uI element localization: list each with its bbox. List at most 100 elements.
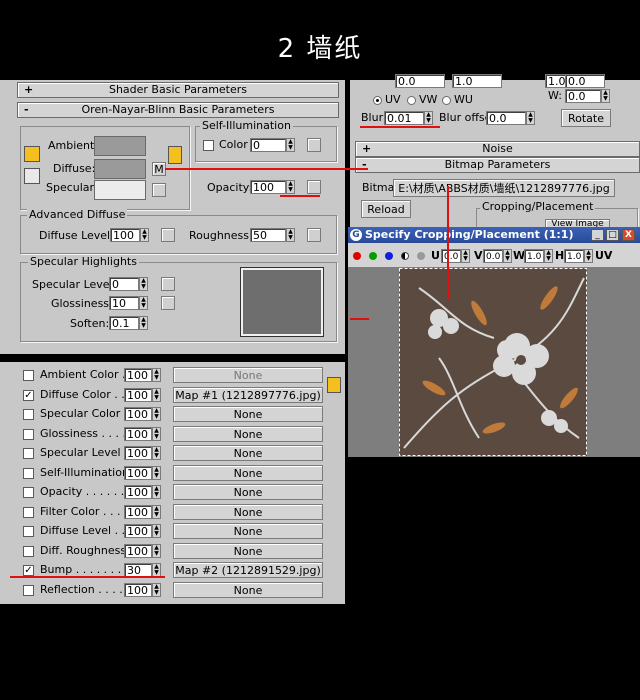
- map-slot-button[interactable]: Map #1 (1212897776.jpg): [173, 387, 323, 403]
- blur-spinner[interactable]: ▲ ▼: [424, 111, 433, 125]
- map-slot-button[interactable]: None: [173, 426, 323, 442]
- glossiness-map-button[interactable]: [161, 296, 175, 310]
- wu-radio[interactable]: [442, 96, 451, 105]
- green-channel-icon[interactable]: [369, 252, 377, 260]
- map-slot-button[interactable]: None: [173, 445, 323, 461]
- link-icon[interactable]: [24, 168, 40, 184]
- map-amount-spinner[interactable]: ▲ ▼: [152, 485, 161, 499]
- map-slot-button[interactable]: None: [173, 582, 323, 598]
- map-enable-checkbox[interactable]: [23, 370, 34, 381]
- glossiness-value[interactable]: 10: [109, 296, 139, 310]
- diffuse-swatch[interactable]: [94, 159, 146, 179]
- maps-lock-icon[interactable]: [327, 377, 341, 393]
- map-amount[interactable]: 100: [124, 583, 152, 597]
- wallpaper-texture-image[interactable]: [399, 268, 587, 456]
- mono-channel-icon[interactable]: [417, 252, 425, 260]
- lock-colors-icon[interactable]: [24, 146, 40, 162]
- maximize-button[interactable]: □: [606, 229, 619, 241]
- oren-nayar-rollout[interactable]: - Oren-Nayar-Blinn Basic Parameters: [17, 102, 339, 118]
- map-amount[interactable]: 100: [124, 407, 152, 421]
- map-enable-checkbox[interactable]: [23, 448, 34, 459]
- map-amount[interactable]: 100: [124, 388, 152, 402]
- diffuse-map-button[interactable]: M: [152, 162, 166, 176]
- map-slot-button[interactable]: None: [173, 523, 323, 539]
- uv-radio[interactable]: [373, 96, 382, 105]
- self-illum-map-button[interactable]: [307, 138, 321, 152]
- map-enable-checkbox[interactable]: [23, 546, 34, 557]
- map-enable-checkbox[interactable]: [23, 409, 34, 420]
- map-amount-spinner[interactable]: ▲ ▼: [152, 505, 161, 519]
- map-amount-spinner[interactable]: ▲ ▼: [152, 446, 161, 460]
- map-amount-spinner[interactable]: ▲ ▼: [152, 544, 161, 558]
- diffuse-level-map-button[interactable]: [161, 228, 175, 242]
- map-amount[interactable]: 100: [124, 427, 152, 441]
- v-spinner[interactable]: ▲ ▼: [503, 249, 512, 263]
- map-amount[interactable]: 100: [124, 524, 152, 538]
- minimize-button[interactable]: _: [591, 229, 604, 241]
- specular-swatch[interactable]: [94, 180, 146, 200]
- map-slot-button[interactable]: None: [173, 484, 323, 500]
- map-enable-checkbox[interactable]: [23, 507, 34, 518]
- soften-value[interactable]: 0.1: [109, 316, 139, 330]
- top-value-1[interactable]: 0.0: [395, 74, 445, 88]
- alpha-channel-icon[interactable]: [401, 252, 409, 260]
- map-slot-button[interactable]: None: [173, 543, 323, 559]
- map-amount-spinner[interactable]: ▲ ▼: [152, 563, 161, 577]
- map-slot-button[interactable]: None: [173, 406, 323, 422]
- specular-level-map-button[interactable]: [161, 277, 175, 291]
- w-crop-spinner[interactable]: ▲ ▼: [544, 249, 553, 263]
- self-illum-color-checkbox[interactable]: [203, 140, 214, 151]
- map-amount[interactable]: 100: [124, 544, 152, 558]
- v-value[interactable]: 0.0: [483, 249, 503, 263]
- lock-icon[interactable]: [168, 146, 182, 164]
- h-spinner[interactable]: ▲ ▼: [584, 249, 593, 263]
- roughness-value[interactable]: 50: [250, 228, 286, 242]
- map-enable-checkbox[interactable]: [23, 429, 34, 440]
- glossiness-spinner[interactable]: ▲ ▼: [139, 296, 148, 310]
- bitmap-params-rollout[interactable]: - Bitmap Parameters: [355, 157, 640, 173]
- opacity-spinner[interactable]: ▲ ▼: [286, 180, 295, 194]
- map-amount[interactable]: 30: [124, 563, 152, 577]
- top-value-2[interactable]: 1.0: [452, 74, 502, 88]
- map-amount[interactable]: 100: [124, 446, 152, 460]
- roughness-map-button[interactable]: [307, 228, 321, 242]
- rotate-button[interactable]: Rotate: [561, 109, 611, 127]
- reload-button[interactable]: Reload: [361, 200, 411, 218]
- map-slot-button[interactable]: None: [173, 504, 323, 520]
- map-enable-checkbox[interactable]: ✓: [23, 390, 34, 401]
- map-amount-spinner[interactable]: ▲ ▼: [152, 427, 161, 441]
- uv-toggle[interactable]: UV: [595, 249, 612, 263]
- red-channel-icon[interactable]: [353, 252, 361, 260]
- map-slot-button[interactable]: None: [173, 465, 323, 481]
- map-enable-checkbox[interactable]: [23, 487, 34, 498]
- specular-level-spinner[interactable]: ▲ ▼: [139, 277, 148, 291]
- u-value[interactable]: 0.0: [441, 249, 461, 263]
- blur-offset-value[interactable]: 0.0: [486, 111, 526, 125]
- self-illum-spinner[interactable]: ▲ ▼: [286, 138, 295, 152]
- map-amount-spinner[interactable]: ▲ ▼: [152, 583, 161, 597]
- map-slot-button[interactable]: Map #2 (1212891529.jpg): [173, 562, 323, 578]
- specular-map-button[interactable]: [152, 183, 166, 197]
- self-illum-value[interactable]: 0: [250, 138, 286, 152]
- map-amount-spinner[interactable]: ▲ ▼: [152, 368, 161, 382]
- map-enable-checkbox[interactable]: [23, 526, 34, 537]
- map-amount-spinner[interactable]: ▲ ▼: [152, 388, 161, 402]
- w-spinner[interactable]: ▲ ▼: [601, 89, 610, 103]
- diffuse-level-spinner[interactable]: ▲ ▼: [140, 228, 149, 242]
- top-value-4[interactable]: 0.0: [565, 74, 605, 88]
- noise-rollout[interactable]: + Noise: [355, 141, 640, 157]
- bitmap-path-button[interactable]: E:\材质\ABBS材质\墙纸\1212897776.jpg: [393, 179, 615, 197]
- ambient-swatch[interactable]: [94, 136, 146, 156]
- map-slot-button[interactable]: None: [173, 367, 323, 383]
- map-amount[interactable]: 100: [124, 466, 152, 480]
- opacity-map-button[interactable]: [307, 180, 321, 194]
- blur-value[interactable]: 0.01: [384, 111, 424, 125]
- roughness-spinner[interactable]: ▲ ▼: [286, 228, 295, 242]
- h-value[interactable]: 1.0: [564, 249, 584, 263]
- vw-radio[interactable]: [407, 96, 416, 105]
- map-amount-spinner[interactable]: ▲ ▼: [152, 524, 161, 538]
- map-amount[interactable]: 100: [124, 485, 152, 499]
- w-crop-value[interactable]: 1.0: [524, 249, 544, 263]
- close-button[interactable]: X: [622, 229, 635, 241]
- map-amount[interactable]: 100: [124, 368, 152, 382]
